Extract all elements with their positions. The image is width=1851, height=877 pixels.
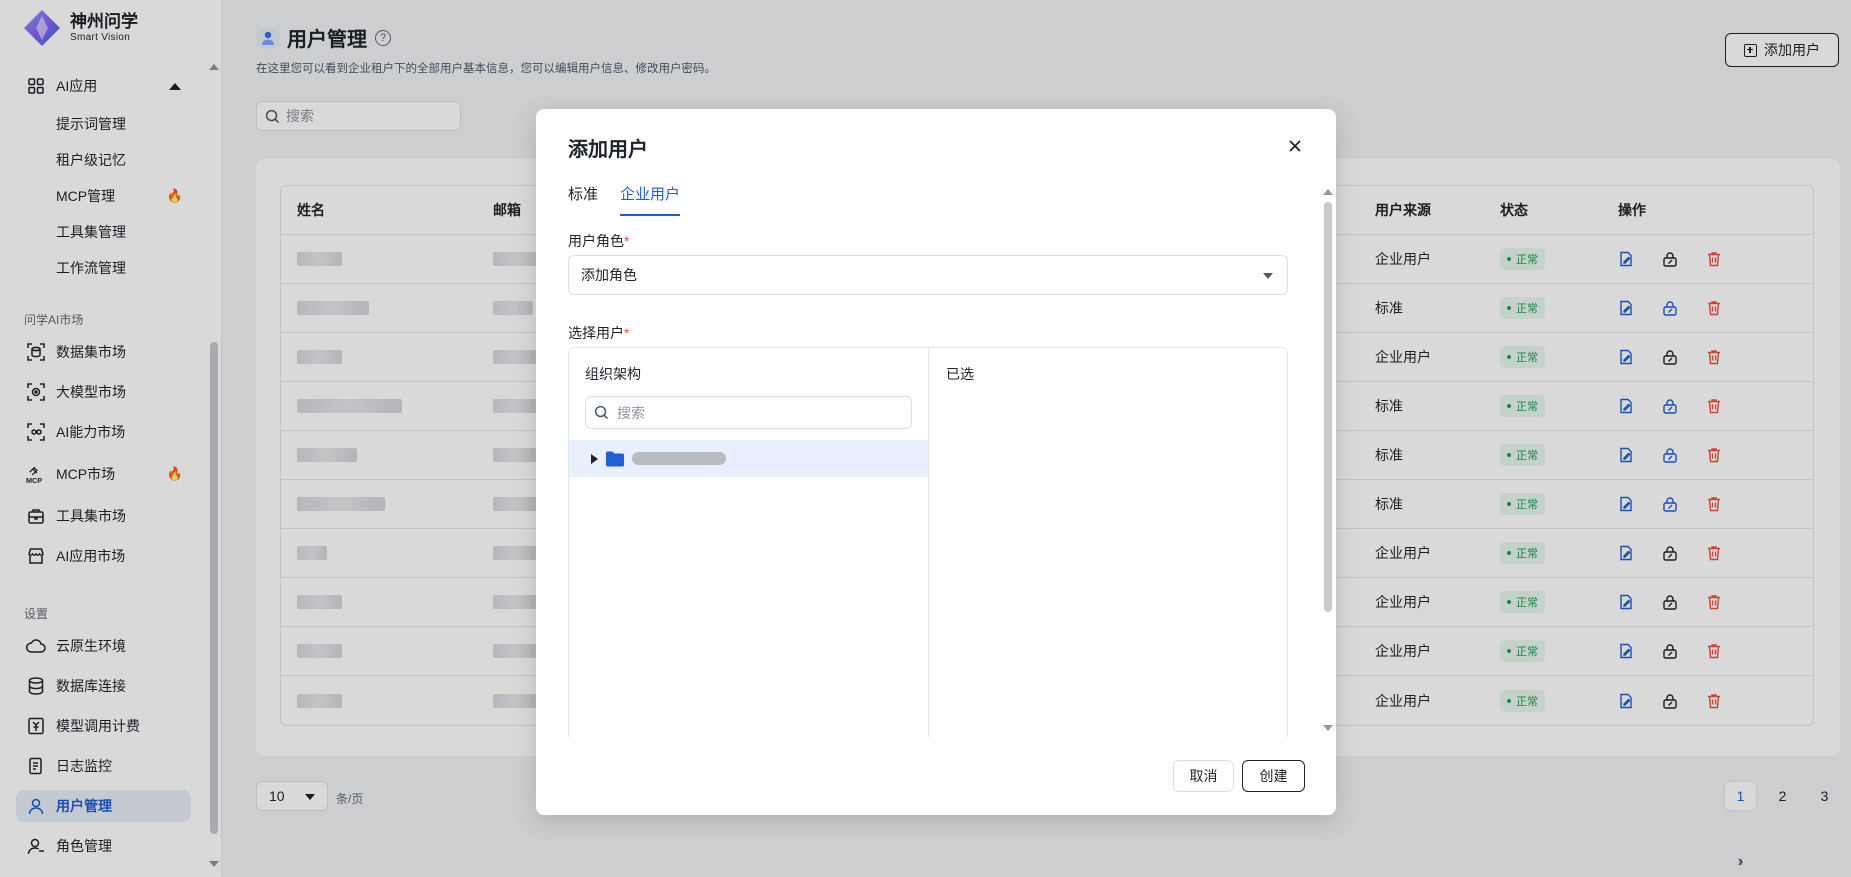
folder-icon — [606, 451, 624, 466]
chevron-down-icon — [1263, 273, 1273, 279]
create-button[interactable]: 创建 — [1242, 760, 1305, 792]
users-label: 选择用户* — [568, 323, 629, 343]
scroll-down-icon[interactable] — [1323, 725, 1333, 731]
expand-arrow-icon[interactable] — [591, 453, 598, 464]
user-picker: 组织架构 已选 — [568, 347, 1288, 737]
search-icon — [594, 405, 609, 420]
selected-panel: 已选 — [930, 348, 1287, 737]
scroll-up-icon[interactable] — [1323, 189, 1333, 195]
org-search[interactable] — [585, 396, 912, 429]
cancel-button[interactable]: 取消 — [1173, 760, 1234, 792]
role-label: 用户角色* — [568, 231, 629, 251]
role-select[interactable]: 添加角色 — [568, 255, 1288, 295]
close-icon[interactable] — [1284, 135, 1306, 157]
dialog-scrollbar[interactable] — [1320, 187, 1336, 735]
role-label-text: 用户角色 — [568, 233, 624, 249]
tab-standard[interactable]: 标准 — [568, 183, 598, 216]
org-panel-title: 组织架构 — [585, 366, 641, 382]
role-select-value: 添加角色 — [581, 267, 637, 283]
dialog-title: 添加用户 — [568, 139, 648, 161]
selected-panel-title: 已选 — [946, 366, 974, 382]
org-search-input[interactable] — [617, 404, 887, 421]
dialog-tabs: 标准 企业用户 — [568, 183, 681, 216]
add-user-dialog: 添加用户 标准 企业用户 用户角色* 添加角色 选择用户* 组织架构 已选 — [536, 109, 1336, 815]
required-mark: * — [624, 325, 630, 341]
org-tree-node[interactable] — [569, 440, 928, 477]
required-mark: * — [624, 233, 630, 249]
tab-enterprise[interactable]: 企业用户 — [620, 183, 681, 216]
users-label-text: 选择用户 — [568, 325, 624, 341]
scrollbar-thumb[interactable] — [1324, 202, 1332, 612]
org-panel: 组织架构 — [569, 348, 929, 737]
org-node-name — [632, 452, 726, 465]
